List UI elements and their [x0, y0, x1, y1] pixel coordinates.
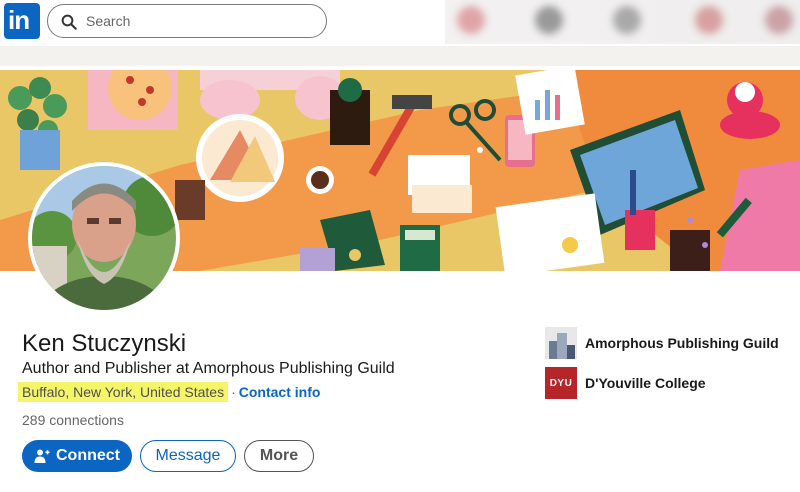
- profile-page: in Search Ken Stuczynski Author and Publ…: [0, 0, 800, 492]
- logo-text: in: [8, 5, 30, 35]
- connections-count[interactable]: 289 connections: [22, 412, 124, 428]
- message-label: Message: [155, 447, 221, 464]
- profile-headline: Author and Publisher at Amorphous Publis…: [22, 360, 395, 377]
- apg-logo-icon: [545, 327, 577, 359]
- dyu-logo-icon: DYU: [545, 367, 577, 399]
- message-button[interactable]: Message: [140, 440, 236, 472]
- blurred-nav-icon: [457, 6, 485, 34]
- contact-info-link[interactable]: Contact info: [239, 384, 321, 400]
- blurred-nav-icon: [765, 6, 793, 34]
- location-row: Buffalo, New York, United States · Contact…: [18, 382, 321, 406]
- org-name: Amorphous Publishing Guild: [585, 335, 779, 351]
- top-navigation: in: [0, 0, 800, 46]
- blurred-nav-icon: [613, 6, 641, 34]
- blurred-nav-icon: [695, 6, 723, 34]
- org-dyouville-college[interactable]: DYU D'Youville College: [545, 367, 706, 399]
- search-box[interactable]: [47, 4, 327, 38]
- separator: ·: [231, 384, 236, 400]
- blurred-nav-area: [445, 0, 800, 44]
- more-button[interactable]: More: [244, 440, 314, 472]
- avatar-image: [32, 166, 176, 310]
- org-amorphous-publishing-guild[interactable]: Amorphous Publishing Guild: [545, 327, 779, 359]
- org-name: D'Youville College: [585, 375, 706, 391]
- linkedin-logo-icon[interactable]: in: [4, 3, 40, 39]
- profile-photo[interactable]: [28, 162, 180, 314]
- connect-button[interactable]: Connect: [22, 440, 132, 472]
- blurred-nav-icon: [535, 6, 563, 34]
- profile-location: Buffalo, New York, United States: [18, 382, 229, 402]
- profile-name: Ken Stuczynski: [22, 330, 187, 357]
- add-person-icon: [34, 449, 50, 463]
- nav-divider: [0, 46, 800, 66]
- connect-label: Connect: [56, 447, 120, 464]
- search-icon: [61, 14, 77, 30]
- search-input[interactable]: [86, 9, 316, 33]
- more-label: More: [259, 447, 299, 464]
